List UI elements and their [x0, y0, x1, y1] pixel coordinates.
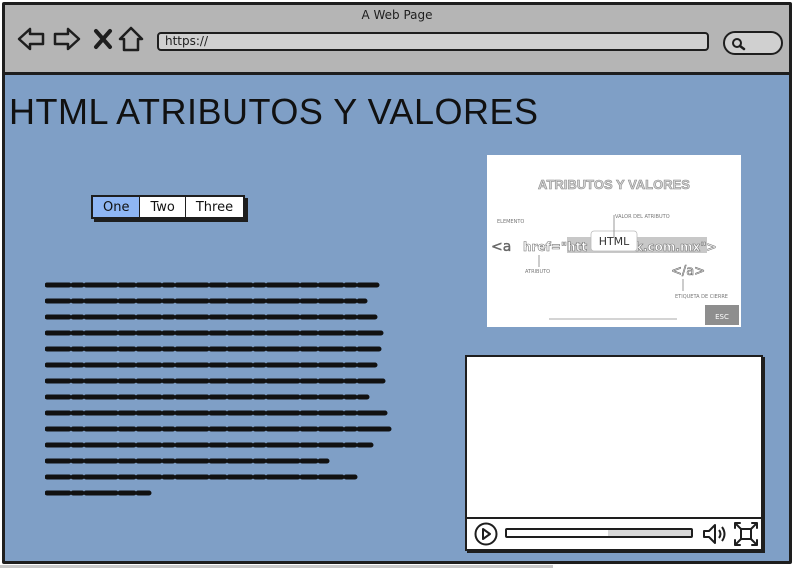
- tab-three[interactable]: Three: [186, 197, 243, 217]
- closing-label: ETIQUETA DE CIERRE: [675, 294, 728, 300]
- browser-toolbar: A Web Page https://: [5, 5, 789, 75]
- corner-badge: ESC: [715, 313, 729, 321]
- code-open-tag: <a: [491, 239, 511, 255]
- progress-track[interactable]: [505, 528, 693, 538]
- progress-fill: [507, 530, 609, 536]
- video-controls: [467, 517, 761, 549]
- attribute-label: ATRIBUTO: [525, 269, 550, 275]
- search-button[interactable]: [723, 31, 783, 55]
- page-title: HTML ATRIBUTOS Y VALORES: [9, 91, 539, 132]
- html-attributes-image: ATRIBUTOS Y VALORES ELEMENTO VALOR DEL A…: [487, 155, 741, 327]
- home-icon[interactable]: [117, 25, 145, 53]
- fullscreen-icon[interactable]: [733, 521, 759, 547]
- tab-bar: One Two Three: [91, 195, 246, 219]
- back-arrow-icon[interactable]: [17, 25, 45, 53]
- element-label: ELEMENTO: [497, 219, 524, 225]
- closing-tag: </a>: [671, 264, 705, 279]
- code-value: k.com.mx">: [635, 240, 717, 254]
- search-icon: [732, 38, 746, 51]
- video-player[interactable]: [465, 355, 763, 551]
- address-bar[interactable]: https://: [157, 32, 709, 51]
- tab-two[interactable]: Two: [140, 197, 186, 217]
- tab-one[interactable]: One: [93, 197, 141, 217]
- placeholder-text-block: [45, 282, 392, 496]
- close-x-icon[interactable]: [89, 25, 117, 53]
- horizontal-scrollbar[interactable]: [0, 565, 553, 568]
- code-attribute: href="htt: [523, 240, 587, 254]
- browser-window: A Web Page https:// HTML ATRIBUTOS Y VAL…: [2, 2, 792, 564]
- volume-icon[interactable]: [701, 522, 729, 546]
- value-label: VALOR DEL ATRIBUTO: [615, 214, 670, 220]
- forward-arrow-icon[interactable]: [53, 25, 81, 53]
- play-icon[interactable]: [473, 522, 499, 546]
- window-title: A Web Page: [361, 8, 433, 22]
- image-heading: ATRIBUTOS Y VALORES: [538, 177, 690, 192]
